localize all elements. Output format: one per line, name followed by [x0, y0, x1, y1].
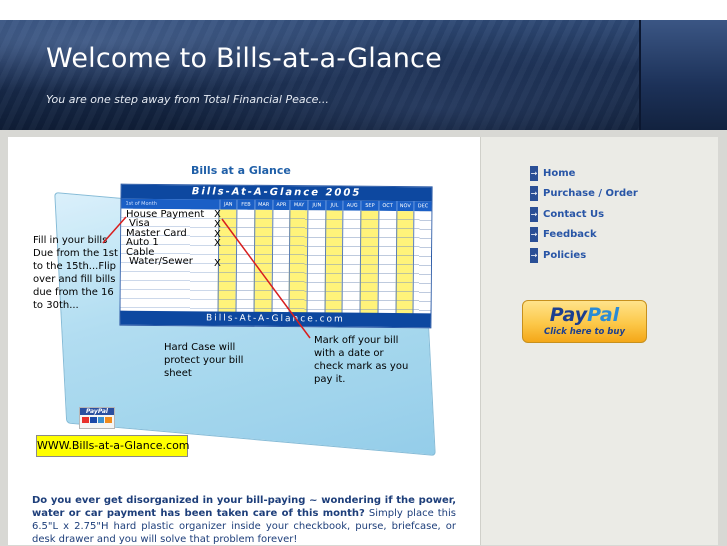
- month-column: [395, 211, 414, 316]
- nav-label[interactable]: Feedback: [543, 229, 597, 240]
- check-marks: XXXX X: [214, 210, 221, 269]
- month-column: [324, 210, 343, 315]
- nav-label[interactable]: Policies: [543, 250, 586, 261]
- nav-item-purchase-order[interactable]: → Purchase / Order: [530, 184, 638, 205]
- amex-icon: [97, 417, 105, 423]
- month-jul: JUL: [325, 200, 343, 211]
- callout-hard-case: Hard Case will protect your bill sheet: [164, 342, 244, 379]
- month-mar: MAR: [254, 199, 273, 210]
- month-feb: FEB: [236, 199, 255, 210]
- callout-mark-off: Mark off your bill with a date or check …: [314, 335, 409, 385]
- paypal-cards-logo: PayPal: [79, 407, 115, 429]
- month-column: [235, 209, 255, 314]
- month-column: [306, 210, 326, 315]
- arrow-right-icon: →: [530, 227, 538, 243]
- month-column: [412, 211, 432, 316]
- discover-icon: [105, 417, 112, 423]
- month-apr: APR: [272, 199, 290, 211]
- sidebar-nav: → Home → Purchase / Order → Contact Us → Feedba…: [530, 163, 638, 266]
- nav-label[interactable]: Purchase / Order: [543, 188, 638, 199]
- site-title: Welcome to Bills-at-a-Glance: [46, 43, 442, 74]
- month-aug: AUG: [342, 200, 361, 211]
- month-may: MAY: [289, 200, 308, 211]
- month-column: [271, 209, 290, 315]
- paypal-mini-label: PayPal: [80, 408, 114, 415]
- product-image: Bills-At-A-Glance 2005 1st of Month JAN F…: [30, 183, 442, 456]
- nav-label[interactable]: Home: [543, 168, 575, 179]
- site-header: Welcome to Bills-at-a-Glance You are one…: [0, 20, 727, 130]
- top-strip: [0, 0, 727, 20]
- month-column: [377, 210, 396, 316]
- main-content: Bills at a Glance Bills-At-A-Glance 2005…: [8, 137, 480, 545]
- bill-item: Water/Sewer: [129, 256, 193, 268]
- paypal-logo: PayPal: [523, 301, 646, 328]
- url-badge: WWW.Bills-at-a-Glance.com: [36, 435, 190, 457]
- month-nov: NOV: [395, 201, 414, 212]
- month-column: [253, 209, 272, 314]
- header-right-panel: [639, 20, 727, 130]
- month-dec: DEC: [413, 201, 432, 212]
- nav-item-policies[interactable]: → Policies: [530, 245, 638, 266]
- nav-item-home[interactable]: → Home: [530, 163, 638, 184]
- callout-fill-bills: Fill in your bills Due from the 1st to t…: [33, 235, 118, 311]
- month-column: [341, 210, 361, 315]
- arrow-right-icon: →: [530, 186, 538, 202]
- page: Welcome to Bills-at-a-Glance You are one…: [0, 0, 727, 545]
- visa-icon: [89, 417, 97, 423]
- nav-label[interactable]: Contact Us: [543, 209, 604, 220]
- nav-item-feedback[interactable]: → Feedback: [530, 225, 638, 246]
- month-jan: JAN: [218, 199, 237, 210]
- arrow-right-icon: →: [530, 165, 538, 181]
- intro-paragraph: Do you ever get disorganized in your bil…: [32, 494, 456, 546]
- month-jun: JUN: [307, 200, 326, 211]
- arrow-right-icon: →: [530, 206, 538, 222]
- paypal-buy-button[interactable]: PayPal Click here to buy: [522, 300, 647, 343]
- site-tagline: You are one step away from Total Financi…: [46, 93, 329, 106]
- product-title: Bills at a Glance: [191, 164, 291, 177]
- arrow-right-icon: →: [530, 247, 538, 263]
- sheet-footer: Bills-At-A-Glance.com: [120, 310, 431, 328]
- month-oct: OCT: [378, 200, 397, 212]
- bill-list: House Payment Visa Master Card Auto 1 Cable W…: [126, 209, 204, 268]
- paypal-logo-pal: Pal: [587, 304, 620, 326]
- paypal-logo-pay: Pay: [549, 304, 588, 326]
- paypal-subtitle: Click here to buy: [544, 327, 625, 337]
- month-sep: SEP: [360, 200, 379, 211]
- mastercard-icon: [82, 417, 89, 423]
- nav-item-contact-us[interactable]: → Contact Us: [530, 204, 638, 225]
- month-column: [288, 210, 308, 315]
- month-column: [359, 210, 379, 315]
- check-mark: X: [214, 257, 221, 269]
